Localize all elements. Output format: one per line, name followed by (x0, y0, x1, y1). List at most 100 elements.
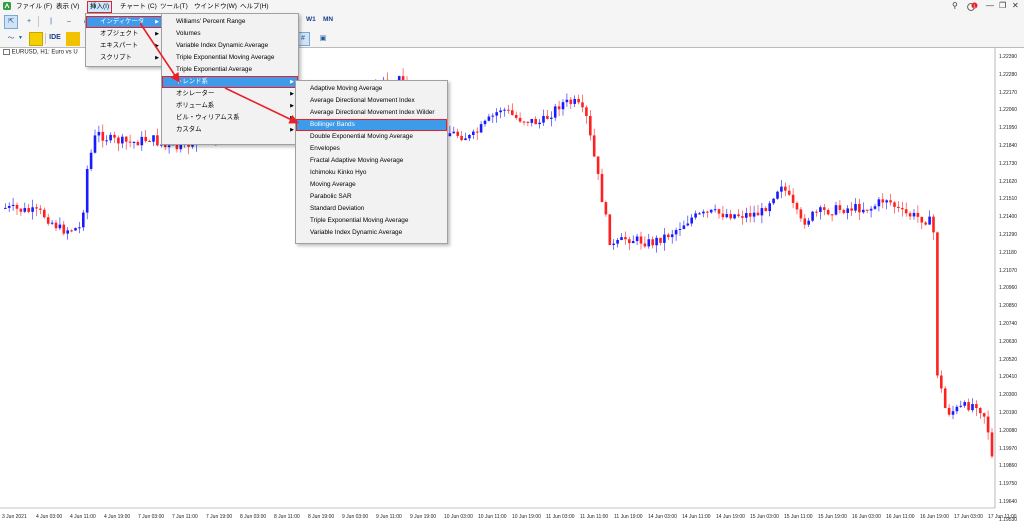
candle-bear (764, 208, 768, 212)
dropdown-arrow-icon[interactable]: ▼ (18, 32, 23, 44)
candle-bull (745, 213, 748, 218)
trend-menu-item[interactable]: Triple Exponential Moving Average (296, 215, 447, 227)
price-chart[interactable] (0, 48, 1024, 523)
insert-menu-item[interactable]: エキスパート ▶ (86, 40, 163, 52)
candle-bear (624, 237, 627, 240)
minimize-button[interactable]: — (986, 1, 994, 10)
market-watch-icon[interactable] (29, 32, 43, 46)
candle-bear (526, 121, 530, 123)
menu-item-1[interactable]: 表示 (V) (54, 2, 81, 12)
time-tick-label: 10 Jun 03:00 (444, 514, 473, 520)
price-tick-label: 1.20740 (999, 321, 1018, 327)
indicator-menu-item[interactable]: オシレーター ▶ (162, 88, 298, 100)
candle-bull (807, 220, 810, 225)
trend-menu-item[interactable]: Adaptive Moving Average (296, 83, 447, 95)
candle-bear (943, 388, 947, 408)
timeframe-mn[interactable]: MN (323, 16, 333, 23)
candle-bull (694, 213, 697, 218)
candle-bear (557, 106, 561, 110)
horizontal-line-icon[interactable]: – (62, 15, 76, 29)
insert-menu-item[interactable]: スクリプト ▶ (86, 52, 163, 64)
candle-bull (709, 209, 713, 213)
candle-bear (581, 102, 584, 108)
candle-bear (967, 402, 970, 411)
candle-bull (503, 109, 506, 111)
menu-item-4[interactable]: ツール(T) (158, 2, 190, 12)
candle-bear (893, 202, 896, 207)
time-tick-label: 3 Jun 2021 (2, 514, 27, 520)
candle-bull (854, 203, 857, 211)
candle-bull (530, 118, 534, 123)
candle-bear (787, 190, 791, 195)
indicator-menu-item[interactable]: Variable Index Dynamic Average (162, 40, 298, 52)
candle-bear (46, 217, 50, 224)
insert-menu-item[interactable]: オブジェクト ▶ (86, 28, 163, 40)
menu-item-5[interactable]: ウインドウ(W) (192, 2, 239, 12)
menu-item-label: Moving Average (310, 181, 356, 188)
screenshot-icon[interactable]: ▣ (316, 32, 330, 46)
menu-item-0[interactable]: ファイル (F) (14, 2, 54, 12)
timeframe-w1[interactable]: W1 (306, 16, 316, 23)
cursor-tool-icon[interactable]: ⇱ (4, 15, 18, 29)
time-tick-label: 9 Jun 11:00 (376, 514, 402, 520)
close-button[interactable]: ✕ (1012, 1, 1019, 10)
indicator-menu-item[interactable]: Triple Exponential Average (162, 64, 298, 76)
candle-bull (951, 411, 955, 415)
ide-button[interactable]: IDE (48, 32, 62, 44)
indicator-menu-item[interactable]: ビル・ウィリアムス系 ▶ (162, 112, 298, 124)
candle-bear (815, 211, 818, 213)
trend-menu-item[interactable]: Variable Index Dynamic Average (296, 227, 447, 239)
indicator-menu-item[interactable]: Williams' Percent Range (162, 16, 298, 28)
lock-icon[interactable] (66, 32, 80, 46)
trend-menu-item[interactable]: Bollinger Bands (296, 119, 447, 131)
candle-bear (639, 236, 643, 244)
indicator-menu-item[interactable]: Triple Exponential Moving Average (162, 52, 298, 64)
menu-item-label: ボリューム系 (176, 102, 215, 109)
time-tick-label: 15 Jun 19:00 (818, 514, 847, 520)
trend-menu-item[interactable]: Parabolic SAR (296, 191, 447, 203)
submenu-arrow-icon: ▶ (290, 103, 294, 109)
menu-item-6[interactable]: ヘルプ(H) (238, 2, 271, 12)
trend-menu-item[interactable]: Standard Deviation (296, 203, 447, 215)
trend-menu-item[interactable]: Envelopes (296, 143, 447, 155)
insert-menu-item[interactable]: インディケータ ▶ (86, 16, 163, 28)
menu-item-2[interactable]: 挿入(I) (86, 1, 113, 13)
menu-item-label: Bollinger Bands (310, 121, 355, 128)
candle-bull (109, 134, 112, 141)
candle-bear (522, 121, 526, 123)
indicator-menu-item[interactable]: Volumes (162, 28, 298, 40)
time-tick-label: 14 Jun 03:00 (648, 514, 677, 520)
vertical-line-icon[interactable]: | (44, 15, 58, 29)
menu-item-label: Double Exponential Moving Average (310, 133, 413, 140)
indicator-menu-item[interactable]: ボリューム系 ▶ (162, 100, 298, 112)
trend-menu-item[interactable]: Average Directional Movement Index (296, 95, 447, 107)
candle-bear (667, 234, 670, 238)
crosshair-icon[interactable]: + (22, 15, 36, 29)
time-tick-label: 9 Jun 03:00 (342, 514, 369, 520)
trend-menu-item[interactable]: Ichimoku Kinko Hyo (296, 167, 447, 179)
indicator-menu-item[interactable]: カスタム ▶ (162, 124, 298, 136)
menu-item-label: Variable Index Dynamic Average (310, 229, 403, 236)
trend-menu-item[interactable]: Average Directional Movement Index Wilde… (296, 107, 447, 119)
candle-bear (940, 375, 943, 389)
trend-menu-item[interactable]: Fractal Adaptive Moving Average (296, 155, 447, 167)
trend-menu-item[interactable]: Moving Average (296, 179, 447, 191)
candle-bull (140, 136, 144, 146)
candle-bear (889, 200, 892, 203)
search-icon[interactable]: ⚲ (952, 1, 958, 10)
menu-item-3[interactable]: チャート (C) (118, 2, 159, 12)
candle-bull (152, 135, 155, 142)
trend-menu-item[interactable]: Double Exponential Moving Average (296, 131, 447, 143)
restore-button[interactable]: ❐ (999, 1, 1006, 10)
candle-bull (78, 227, 81, 229)
indicator-menu-item[interactable]: トレンド系 ▶ (162, 76, 298, 88)
candle-bear (43, 209, 46, 218)
chart-type-icon[interactable]: 〜 (4, 32, 18, 46)
menu-item-label: Ichimoku Kinko Hyo (310, 169, 367, 176)
price-tick-label: 1.20960 (999, 285, 1018, 292)
price-tick-label: 1.21400 (999, 214, 1018, 221)
chart-area[interactable] (0, 47, 1024, 523)
candle-bull (674, 230, 678, 235)
candle-bear (101, 131, 105, 141)
trend-submenu: Adaptive Moving Average Average Direction… (295, 80, 448, 244)
